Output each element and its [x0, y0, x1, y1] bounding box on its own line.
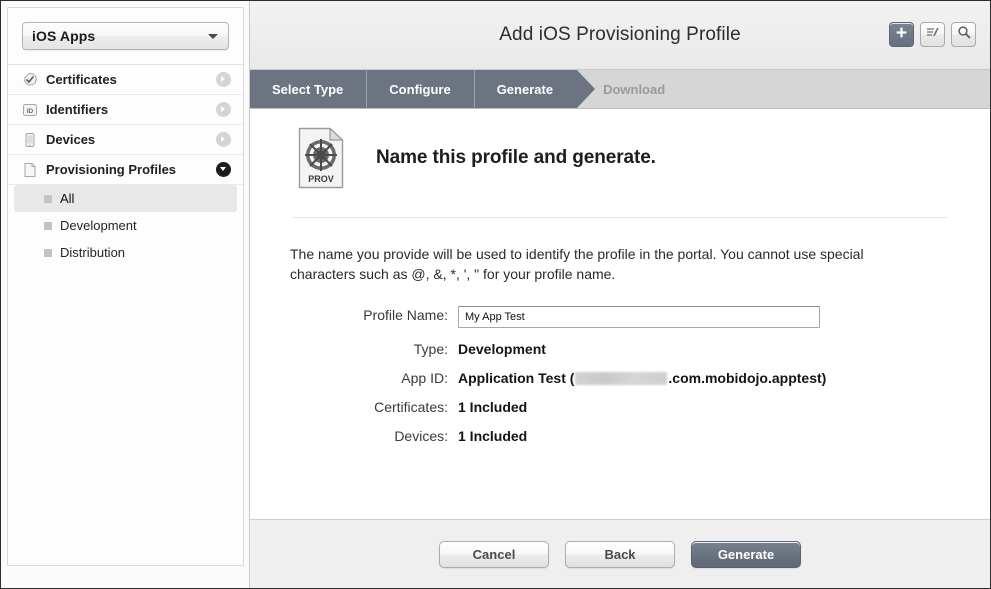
cancel-button[interactable]: Cancel: [439, 540, 549, 568]
app-window: iOS Apps Certificates ID Identifiers Dev…: [0, 0, 991, 589]
footer-actions: Cancel Back Generate: [250, 519, 990, 588]
search-icon: [957, 25, 971, 44]
sidebar-item-label: Identifiers: [46, 102, 109, 117]
titlebar: Add iOS Provisioning Profile: [250, 1, 990, 70]
chevron-down-icon: [208, 34, 218, 39]
certificate-seal-icon: [22, 72, 38, 88]
app-id-prefix: Application Test (: [458, 370, 575, 386]
step-label: Download: [603, 81, 666, 97]
sidebar-subitem-development[interactable]: Development: [14, 212, 237, 239]
main-panel: Add iOS Provisioning Profile Select Type…: [250, 1, 990, 588]
bullet-icon: [44, 248, 52, 257]
step-bar-filler: [689, 70, 990, 108]
section-divider: [292, 217, 948, 218]
sidebar-subitem-label: Distribution: [60, 245, 126, 260]
sidebar-item-devices[interactable]: Devices: [8, 124, 243, 154]
provisioning-profile-document-icon: PROV: [298, 127, 344, 189]
edit-pencil-icon: [925, 25, 940, 45]
content-area: PROV Name this profile and generate. The…: [250, 109, 990, 519]
icon-badge-text: PROV: [308, 174, 334, 184]
sidebar-item-label: Certificates: [46, 72, 117, 87]
sidebar: iOS Apps Certificates ID Identifiers Dev…: [1, 1, 250, 588]
sidebar-subitem-all[interactable]: All: [14, 185, 237, 212]
back-button[interactable]: Back: [565, 540, 675, 568]
chevron-down-icon[interactable]: [216, 162, 231, 177]
step-select-type[interactable]: Select Type: [250, 70, 386, 108]
sidebar-subitem-distribution[interactable]: Distribution: [14, 239, 237, 266]
sidebar-subitem-label: All: [60, 191, 75, 206]
type-label: Type:: [413, 341, 448, 357]
certificates-value: 1 Included: [458, 399, 528, 415]
step-label: Configure: [389, 81, 451, 97]
page-title: Add iOS Provisioning Profile: [499, 24, 741, 45]
profile-form: Profile Name: Type: Development App ID: …: [250, 306, 990, 444]
sidebar-item-provisioning-profiles[interactable]: Provisioning Profiles: [8, 154, 243, 184]
sidebar-subitem-label: Development: [60, 218, 137, 233]
form-row-app-id: App ID: Application Test ( .com.mobidojo.…: [250, 370, 990, 386]
step-arrow-icon: [577, 70, 596, 108]
content-description: The name you provide will be used to ide…: [290, 246, 864, 282]
profile-name-input[interactable]: [458, 306, 820, 328]
form-row-type: Type: Development: [250, 341, 990, 357]
content-header: PROV Name this profile and generate.: [250, 109, 990, 189]
content-heading: Name this profile and generate.: [376, 147, 656, 168]
form-row-devices: Devices: 1 Included: [250, 428, 990, 444]
step-arrow-icon: [367, 70, 386, 108]
chevron-right-icon[interactable]: [216, 102, 231, 117]
sidebar-item-label: Provisioning Profiles: [46, 162, 177, 177]
step-label: Select Type: [272, 81, 344, 97]
document-icon: [22, 162, 38, 178]
devices-label: Devices:: [394, 428, 448, 444]
redacted-block: [575, 372, 668, 385]
bullet-icon: [44, 221, 52, 230]
scope-select-label: iOS Apps: [32, 28, 96, 44]
plus-icon: [895, 26, 908, 44]
svg-text:ID: ID: [27, 108, 34, 115]
app-id-suffix: .com.mobidojo.apptest): [668, 370, 827, 386]
add-button[interactable]: [889, 22, 914, 47]
app-id-value: Application Test ( .com.mobidojo.apptest): [458, 370, 826, 386]
certificates-label: Certificates:: [374, 399, 448, 415]
generate-button[interactable]: Generate: [691, 540, 801, 568]
sidebar-subnav: All Development Distribution: [8, 184, 243, 266]
app-id-label: App ID:: [401, 370, 448, 386]
sidebar-item-identifiers[interactable]: ID Identifiers: [8, 94, 243, 124]
step-label: Generate: [496, 81, 554, 97]
edit-button[interactable]: [920, 22, 945, 47]
form-row-profile-name: Profile Name:: [250, 306, 990, 328]
profile-name-label: Profile Name:: [363, 307, 448, 323]
id-badge-icon: ID: [22, 102, 38, 118]
sidebar-item-certificates[interactable]: Certificates: [8, 64, 243, 94]
search-button[interactable]: [951, 22, 976, 47]
form-row-certificates: Certificates: 1 Included: [250, 399, 990, 415]
titlebar-actions: [889, 22, 976, 47]
sidebar-nav: Certificates ID Identifiers Devices Prov…: [8, 64, 243, 184]
step-progress-bar: Select Type Configure Generate Download: [250, 70, 990, 109]
type-value: Development: [458, 341, 546, 357]
sidebar-panel: iOS Apps Certificates ID Identifiers Dev…: [7, 7, 244, 566]
bullet-icon: [44, 194, 52, 203]
phone-icon: [22, 132, 38, 148]
devices-value: 1 Included: [458, 428, 528, 444]
chevron-right-icon[interactable]: [216, 132, 231, 147]
scope-select[interactable]: iOS Apps: [22, 22, 229, 50]
chevron-right-icon[interactable]: [216, 72, 231, 87]
sidebar-item-label: Devices: [46, 132, 96, 147]
step-arrow-icon: [474, 70, 493, 108]
